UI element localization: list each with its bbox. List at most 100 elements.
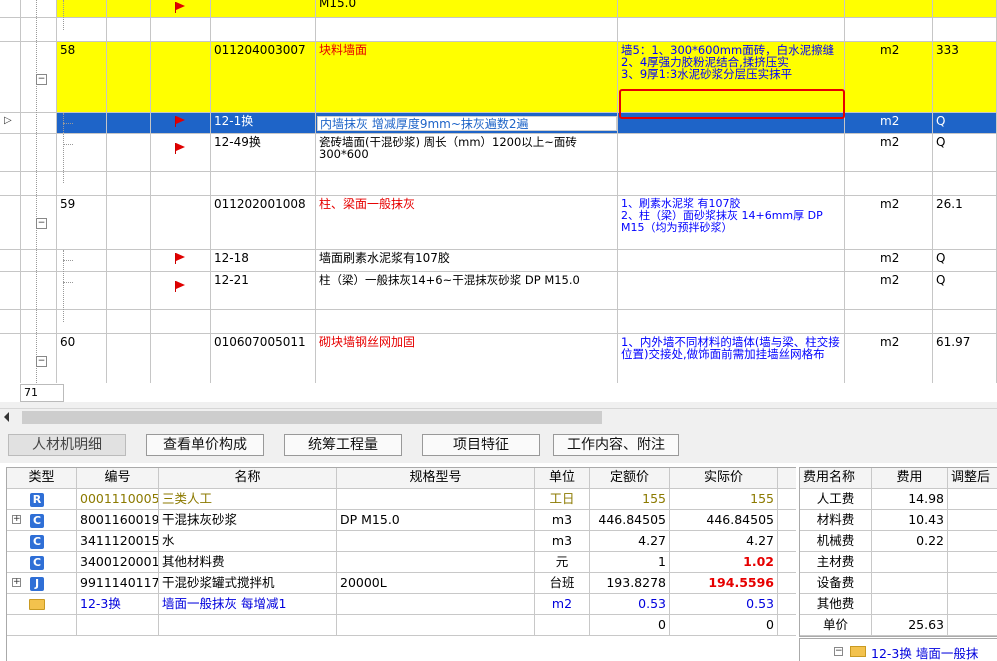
- flag-cell[interactable]: [151, 334, 211, 383]
- name-cell[interactable]: 墙面刷素水泥浆有107胶: [316, 250, 618, 272]
- horizontal-scrollbar[interactable]: [0, 408, 997, 427]
- scroll-thumb[interactable]: [22, 411, 602, 424]
- tab-work-content[interactable]: 工作内容、附注: [553, 434, 679, 456]
- fee-value-cell[interactable]: [872, 552, 948, 573]
- type-cell[interactable]: [107, 272, 151, 310]
- type-cell[interactable]: [107, 310, 151, 334]
- code-cell[interactable]: 010607005011: [211, 334, 316, 383]
- tab-material-detail[interactable]: 人材机明细: [8, 434, 126, 456]
- collapse-toggle-icon[interactable]: −: [36, 218, 47, 229]
- fee-value-cell[interactable]: 0.22: [872, 531, 948, 552]
- name-cell[interactable]: 柱、梁面一般抹灰: [316, 196, 618, 250]
- col-header-adjusted[interactable]: 调整后: [948, 468, 997, 489]
- unit-cell[interactable]: 工日: [535, 489, 590, 510]
- unit-cell[interactable]: [845, 0, 933, 18]
- actual-price-cell[interactable]: 446.84505: [670, 510, 778, 531]
- col-header-more[interactable]: [778, 468, 796, 489]
- unit-cell[interactable]: m2: [535, 594, 590, 615]
- unit-cell[interactable]: 元: [535, 552, 590, 573]
- qty-cell[interactable]: Q: [933, 272, 997, 310]
- qty-cell[interactable]: Q: [933, 113, 997, 134]
- table-row[interactable]: 单价 25.63: [800, 615, 997, 636]
- fee-adjusted-cell[interactable]: [948, 531, 997, 552]
- index-cell[interactable]: 59: [57, 196, 107, 250]
- type-cell[interactable]: [107, 42, 151, 113]
- qty-cell[interactable]: 61.97: [933, 334, 997, 383]
- fee-adjusted-cell[interactable]: [948, 594, 997, 615]
- fee-value-cell[interactable]: 10.43: [872, 510, 948, 531]
- code-cell[interactable]: [211, 18, 316, 42]
- col-header-type[interactable]: 类型: [7, 468, 77, 489]
- expand-icon[interactable]: +: [12, 578, 21, 587]
- flag-cell[interactable]: [151, 250, 211, 272]
- actual-price-cell[interactable]: 0.53: [670, 594, 778, 615]
- type-cell[interactable]: [107, 334, 151, 383]
- feature-cell[interactable]: [618, 0, 845, 18]
- table-row[interactable]: 58 011204003007 块料墙面 墙5：1、300*600mm面砖，白水…: [0, 42, 997, 113]
- table-row[interactable]: 59 011202001008 柱、梁面一般抹灰 1、刷素水泥浆 有107胶 2…: [0, 196, 997, 250]
- feature-cell[interactable]: [618, 272, 845, 310]
- unit-cell[interactable]: [845, 172, 933, 196]
- flag-cell[interactable]: [151, 172, 211, 196]
- collapse-toggle-icon[interactable]: −: [36, 74, 47, 85]
- spec-cell[interactable]: DP M15.0: [337, 510, 535, 531]
- name-cell[interactable]: 瓷砖墙面(干混砂浆) 周长（mm）1200以上~面砖300*600: [316, 134, 618, 172]
- table-row[interactable]: C 3411120015 水 m3 4.27 4.27: [7, 531, 796, 552]
- code-cell[interactable]: 0001110005: [77, 489, 159, 510]
- code-cell[interactable]: 011204003007: [211, 42, 316, 113]
- feature-cell[interactable]: 1、内外墙不同材料的墙体(墙与梁、柱交接位置)交接处,做饰面前需加挂墙丝网格布: [618, 334, 845, 383]
- table-row[interactable]: 12-49换 瓷砖墙面(干混砂浆) 周长（mm）1200以上~面砖300*600…: [0, 134, 997, 172]
- table-row[interactable]: + J 9911140117 干混砂浆罐式搅拌机 20000L 台班 193.82…: [7, 573, 796, 594]
- spec-cell[interactable]: [337, 594, 535, 615]
- qty-cell[interactable]: [933, 0, 997, 18]
- table-row[interactable]: C 3400120001 其他材料费 元 1 1.02: [7, 552, 796, 573]
- table-row[interactable]: [0, 172, 997, 196]
- type-cell[interactable]: [107, 134, 151, 172]
- unit-cell[interactable]: [845, 18, 933, 42]
- code-cell[interactable]: 8001160019: [77, 510, 159, 531]
- name-cell[interactable]: 水: [159, 531, 337, 552]
- flag-cell[interactable]: [151, 196, 211, 250]
- tree-item-label[interactable]: 12-3换 墙面一般抹: [871, 643, 978, 661]
- code-cell[interactable]: 12-18: [211, 250, 316, 272]
- table-row[interactable]: 主材费: [800, 552, 997, 573]
- quota-price-cell[interactable]: 0: [590, 615, 670, 636]
- name-cell[interactable]: 柱（梁）一般抹灰14+6~干混抹灰砂浆 DP M15.0: [316, 272, 618, 310]
- fee-value-cell[interactable]: 25.63: [872, 615, 948, 636]
- feature-cell[interactable]: [618, 172, 845, 196]
- qty-cell[interactable]: [933, 18, 997, 42]
- code-cell[interactable]: 12-3换: [77, 594, 159, 615]
- flag-cell[interactable]: [151, 42, 211, 113]
- name-cell[interactable]: 块料墙面: [316, 42, 618, 113]
- type-cell[interactable]: [107, 18, 151, 42]
- type-cell[interactable]: [107, 172, 151, 196]
- code-cell[interactable]: 12-1换: [211, 113, 316, 134]
- index-cell[interactable]: 58: [57, 42, 107, 113]
- name-cell[interactable]: [316, 172, 618, 196]
- name-cell[interactable]: 墙面一般抹灰 每增减1: [159, 594, 337, 615]
- table-row[interactable]: 材料费 10.43: [800, 510, 997, 531]
- spec-cell[interactable]: [337, 552, 535, 573]
- quota-price-cell[interactable]: 193.8278: [590, 573, 670, 594]
- fee-value-cell[interactable]: [872, 594, 948, 615]
- spec-cell[interactable]: [337, 489, 535, 510]
- name-cell[interactable]: 其他材料费: [159, 552, 337, 573]
- name-cell[interactable]: [316, 18, 618, 42]
- name-cell[interactable]: [159, 615, 337, 636]
- name-cell[interactable]: 干混抹灰砂浆: [159, 510, 337, 531]
- flag-cell[interactable]: [151, 272, 211, 310]
- flag-cell[interactable]: [151, 113, 211, 134]
- spec-cell[interactable]: 20000L: [337, 573, 535, 594]
- code-cell[interactable]: 12-49换: [211, 134, 316, 172]
- col-header-unit[interactable]: 单位: [535, 468, 590, 489]
- table-row[interactable]: R 0001110005 三类人工 工日 155 155: [7, 489, 796, 510]
- scroll-left-icon[interactable]: [4, 412, 9, 422]
- name-cell[interactable]: M15.0: [316, 0, 618, 18]
- unit-cell[interactable]: m2: [845, 113, 933, 134]
- table-row[interactable]: [0, 310, 997, 334]
- col-header-code[interactable]: 编号: [77, 468, 159, 489]
- flag-cell[interactable]: [151, 0, 211, 18]
- code-cell[interactable]: [211, 310, 316, 334]
- quota-price-cell[interactable]: 155: [590, 489, 670, 510]
- qty-cell[interactable]: 333: [933, 42, 997, 113]
